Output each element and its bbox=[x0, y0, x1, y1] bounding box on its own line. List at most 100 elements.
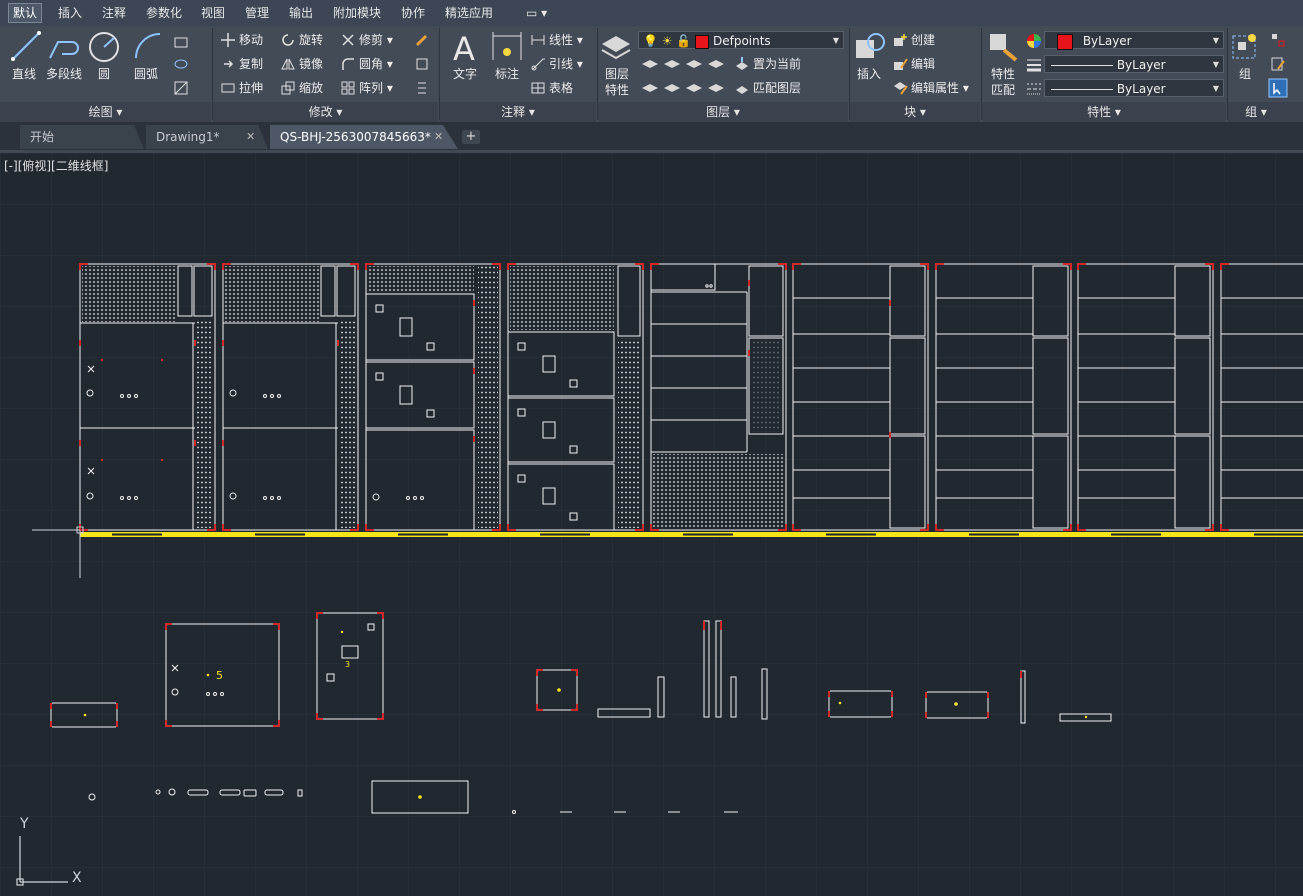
groups-panel-title[interactable]: 组 ▾ bbox=[1228, 104, 1284, 120]
group-select-icon[interactable] bbox=[1268, 78, 1288, 98]
text-button-label[interactable]: 文字 bbox=[448, 66, 482, 82]
menu-item-addins[interactable]: 附加模块 bbox=[329, 4, 385, 22]
drawing-canvas[interactable]: 5 3 Y X bbox=[0, 153, 1303, 896]
properties-panel-title[interactable]: 特性 ▾ bbox=[982, 104, 1226, 120]
match-properties-icon[interactable] bbox=[986, 30, 1020, 64]
close-icon[interactable]: ✕ bbox=[434, 125, 443, 149]
group-icon[interactable] bbox=[1230, 30, 1260, 64]
rotate-button[interactable]: 旋转 bbox=[280, 32, 323, 48]
chevron-down-icon: ▼ bbox=[832, 36, 839, 45]
draw-panel-title[interactable]: 绘图 ▾ bbox=[0, 104, 211, 120]
linetype-value: ByLayer bbox=[1116, 58, 1166, 72]
text-icon[interactable]: A bbox=[450, 30, 480, 64]
menu-item-parametric[interactable]: 参数化 bbox=[142, 4, 186, 22]
set-current-icon bbox=[736, 57, 748, 70]
group-edit-icon[interactable] bbox=[1270, 56, 1286, 72]
mirror-icon bbox=[281, 58, 295, 70]
tab-active-drawing[interactable]: QS-BHJ-2563007845663* ✕ bbox=[270, 125, 458, 149]
layer-tools-icons[interactable] bbox=[640, 56, 732, 96]
create-block-button[interactable]: 创建 bbox=[892, 32, 935, 48]
chevron-down-icon: ▼ bbox=[1212, 36, 1219, 45]
copy-button[interactable]: 复制 bbox=[220, 56, 263, 72]
ungroup-icon[interactable] bbox=[1270, 32, 1286, 48]
rotate-icon bbox=[282, 34, 294, 46]
mirror-label: 镜像 bbox=[299, 57, 324, 71]
menu-item-collaborate[interactable]: 协作 bbox=[397, 4, 429, 22]
new-tab-button[interactable]: + bbox=[462, 130, 480, 144]
arc-icon[interactable] bbox=[132, 30, 164, 62]
stretch-button[interactable]: 拉伸 bbox=[220, 80, 263, 96]
scale-button[interactable]: 缩放 bbox=[280, 80, 323, 96]
linear-label: 线性 bbox=[549, 33, 574, 47]
tab-start[interactable]: 开始 bbox=[20, 125, 144, 149]
explode-icon[interactable] bbox=[414, 56, 430, 72]
layers-panel-title[interactable]: 图层 ▾ bbox=[598, 104, 848, 120]
modify-panel-title[interactable]: 修改 ▾ bbox=[213, 104, 438, 120]
color-dropdown[interactable]: ByLayer ▼ bbox=[1044, 31, 1224, 50]
close-icon[interactable]: ✕ bbox=[246, 125, 255, 149]
match-properties-label-2[interactable]: 匹配 bbox=[986, 82, 1020, 98]
block-panel-title[interactable]: 块 ▾ bbox=[850, 104, 980, 120]
layer-properties-icon[interactable] bbox=[600, 30, 632, 64]
tab-drawing1[interactable]: Drawing1* ✕ bbox=[146, 125, 268, 149]
group-label[interactable]: 组 bbox=[1232, 66, 1258, 82]
erase-icon[interactable] bbox=[414, 32, 430, 48]
offset-icon[interactable] bbox=[414, 80, 430, 96]
ellipse-icon[interactable] bbox=[173, 56, 189, 72]
mirror-button[interactable]: 镜像 bbox=[280, 56, 323, 72]
layer-dropdown[interactable]: 💡 ☀ 🔓 Defpoints ▼ bbox=[638, 31, 844, 49]
polyline-button-label[interactable]: 多段线 bbox=[44, 66, 84, 82]
lineweight-dropdown[interactable]: ByLayer ▼ bbox=[1044, 79, 1224, 97]
menu-item-manage[interactable]: 管理 bbox=[241, 4, 273, 22]
match-properties-label-1[interactable]: 特性 bbox=[986, 66, 1020, 82]
edit-attributes-label: 编辑属性 bbox=[911, 81, 960, 95]
fillet-button[interactable]: 圆角 ▾ bbox=[340, 56, 393, 72]
circle-button-label[interactable]: 圆 bbox=[93, 66, 115, 82]
line-icon[interactable] bbox=[10, 30, 42, 62]
array-button[interactable]: 阵列 ▾ bbox=[340, 80, 393, 96]
leader-button[interactable]: 引线 ▾ bbox=[530, 56, 583, 72]
linear-dimension-button[interactable]: 线性 ▾ bbox=[530, 32, 583, 48]
line-button-label[interactable]: 直线 bbox=[8, 66, 40, 82]
ucs-y-label: Y bbox=[19, 816, 29, 832]
menu-item-featured-apps[interactable]: 精选应用 bbox=[441, 4, 497, 22]
table-icon bbox=[531, 82, 545, 94]
color-wheel-icon[interactable] bbox=[1025, 32, 1043, 50]
polyline-icon[interactable] bbox=[48, 32, 80, 62]
dimension-button-label[interactable]: 标注 bbox=[490, 66, 524, 82]
edit-block-button[interactable]: 编辑 bbox=[892, 56, 935, 72]
lineweight-icon[interactable] bbox=[1025, 56, 1043, 74]
menu-item-default[interactable]: 默认 bbox=[8, 3, 43, 23]
ucs-x-label: X bbox=[72, 870, 82, 886]
hatch-icon[interactable] bbox=[173, 80, 189, 96]
move-button[interactable]: 移动 bbox=[220, 32, 263, 48]
linear-dimension-icon bbox=[531, 35, 545, 45]
menu-item-output[interactable]: 输出 bbox=[285, 4, 317, 22]
linetype-icon[interactable] bbox=[1025, 80, 1043, 98]
menu-item-view[interactable]: 视图 bbox=[197, 4, 229, 22]
menu-item-insert[interactable]: 插入 bbox=[54, 4, 86, 22]
current-layer-name: Defpoints bbox=[712, 34, 771, 48]
annotation-panel-title[interactable]: 注释 ▾ bbox=[440, 104, 596, 120]
circle-icon[interactable] bbox=[87, 30, 121, 64]
dimension-icon[interactable] bbox=[490, 30, 524, 64]
document-tab-bar: 开始 Drawing1* ✕ QS-BHJ-2563007845663* ✕ + bbox=[0, 122, 1303, 153]
viewport-controls[interactable]: [-][俯视][二维线框] bbox=[4, 157, 108, 174]
tab-active-drawing-label: QS-BHJ-2563007845663* bbox=[280, 130, 431, 144]
set-current-layer-button[interactable]: 置为当前 bbox=[734, 56, 801, 72]
menu-bar: 默认 插入 注释 参数化 视图 管理 输出 附加模块 协作 精选应用 ▭ ▾ bbox=[0, 0, 1303, 27]
insert-block-icon[interactable] bbox=[852, 30, 886, 64]
layer-properties-label-2[interactable]: 特性 bbox=[600, 82, 634, 98]
menu-overflow-button[interactable]: ▭ ▾ bbox=[522, 4, 551, 22]
layer-properties-label-1[interactable]: 图层 bbox=[600, 66, 634, 82]
menu-item-annotate[interactable]: 注释 bbox=[98, 4, 130, 22]
linetype-dropdown[interactable]: ByLayer ▼ bbox=[1044, 55, 1224, 73]
rectangle-icon[interactable] bbox=[173, 34, 189, 50]
trim-button[interactable]: 修剪 ▾ bbox=[340, 32, 393, 48]
arc-button-label[interactable]: 圆弧 bbox=[130, 66, 162, 82]
table-button[interactable]: 表格 bbox=[530, 80, 573, 96]
edit-attributes-button[interactable]: 编辑属性 ▾ bbox=[892, 80, 969, 96]
match-layer-button[interactable]: 匹配图层 bbox=[734, 80, 801, 96]
chevron-down-icon: ▼ bbox=[1212, 60, 1219, 69]
insert-block-label[interactable]: 插入 bbox=[852, 66, 886, 82]
